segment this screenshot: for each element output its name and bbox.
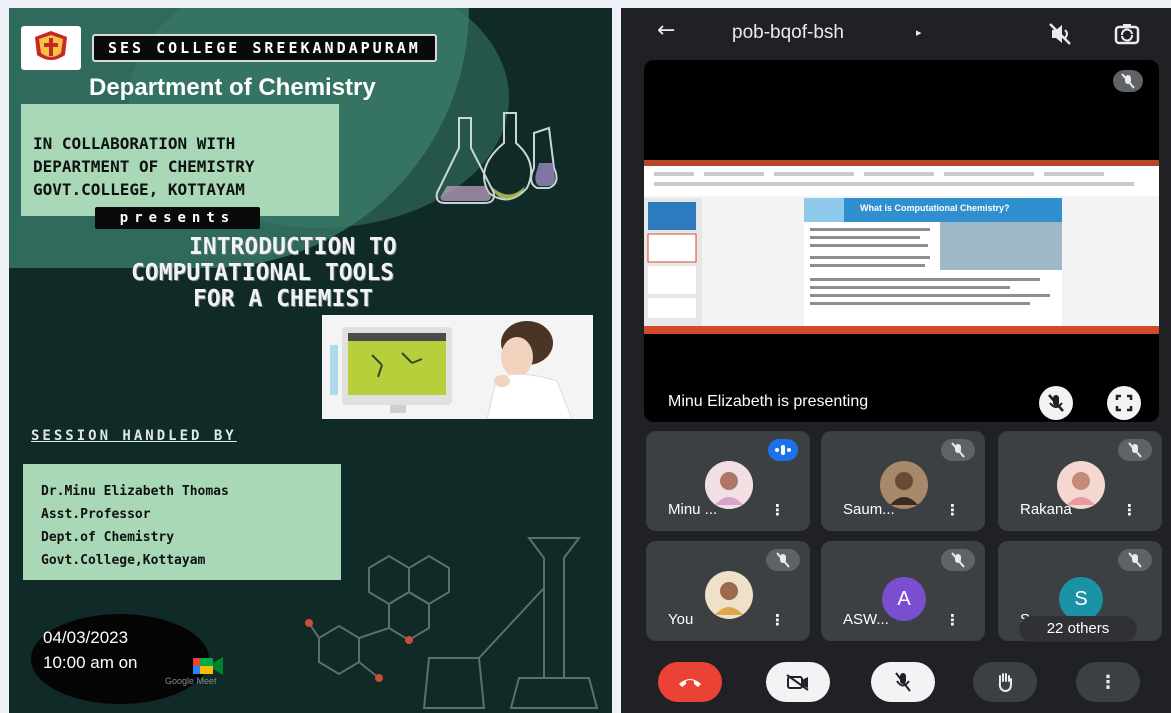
mic-off-icon	[1118, 439, 1152, 461]
participant-name: You	[668, 611, 694, 628]
collaboration-line: GOVT.COLLEGE, KOTTAYAM	[33, 180, 245, 199]
event-time: 10:00 am on	[43, 653, 138, 672]
flasks-illustration	[435, 112, 558, 204]
collaboration-line: IN COLLABORATION WITH	[33, 134, 236, 153]
talk-title-line: FOR A CHEMIST	[193, 286, 374, 312]
end-call-button[interactable]	[658, 662, 722, 702]
mic-off-icon	[895, 672, 911, 692]
mic-off-icon[interactable]	[1039, 386, 1073, 420]
mic-off-icon	[941, 439, 975, 461]
event-date: 04/03/2023	[43, 628, 129, 647]
avatar-letter: S	[1059, 577, 1103, 621]
fullscreen-icon[interactable]	[1107, 386, 1141, 420]
department-title: Department of Chemistry	[89, 74, 376, 101]
presenting-label: Minu Elizabeth is presenting	[668, 393, 869, 410]
participant-tile[interactable]: Minu ... ⋮	[646, 431, 810, 531]
google-meet-icon	[193, 657, 223, 675]
mic-off-icon	[941, 549, 975, 571]
call-top-bar: ← pob-bqof-bsh ▸	[621, 8, 1171, 60]
camera-off-icon	[786, 674, 809, 691]
meet-call-screen: ← pob-bqof-bsh ▸ What is Computational C…	[621, 8, 1171, 713]
back-arrow-icon[interactable]: ←	[657, 18, 675, 43]
session-heading: SESSION HANDLED BY	[31, 428, 237, 444]
others-count-badge[interactable]: 22 others	[1019, 616, 1137, 642]
college-logo	[21, 26, 81, 70]
participant-name: Rakana	[1020, 501, 1072, 518]
mic-off-icon	[766, 549, 800, 571]
meeting-code[interactable]: pob-bqof-bsh	[732, 22, 844, 44]
speaker-off-icon[interactable]	[1046, 20, 1074, 48]
collaboration-box: IN COLLABORATION WITH DEPARTMENT OF CHEM…	[21, 104, 339, 216]
google-meet-label: Google Meet	[165, 676, 217, 686]
participant-tile[interactable]: Rakana ⋮	[998, 431, 1162, 531]
more-options-icon[interactable]: ⋮	[770, 501, 785, 519]
participant-name: Minu ...	[668, 501, 718, 518]
speaker-line: Dr.Minu Elizabeth Thomas	[41, 484, 229, 499]
raise-hand-button[interactable]	[973, 662, 1037, 702]
talk-title-line: COMPUTATIONAL TOOLS	[131, 260, 395, 286]
participant-name: Saum...	[843, 501, 895, 518]
mic-off-icon	[1118, 549, 1152, 571]
shared-screen: What is Computational Chemistry?	[644, 160, 1159, 334]
molecule-apparatus-illustration	[305, 537, 599, 709]
participant-tile[interactable]: You ⋮	[646, 541, 810, 641]
speaker-line: Asst.Professor	[41, 507, 151, 522]
camera-toggle-button[interactable]	[766, 662, 830, 702]
mic-toggle-button[interactable]	[871, 662, 935, 702]
slide-title: What is Computational Chemistry?	[860, 203, 1010, 213]
mic-off-icon	[1113, 70, 1143, 92]
participant-tile[interactable]: A ASW... ⋮	[821, 541, 985, 641]
speaking-indicator-icon	[768, 439, 798, 461]
event-poster: SES COLLEGE SREEKANDAPURAM Department of…	[9, 8, 612, 713]
chevron-right-icon[interactable]: ▸	[916, 26, 922, 39]
more-options-icon[interactable]: ⋮	[1122, 501, 1137, 519]
more-options-icon[interactable]: ⋮	[945, 611, 960, 629]
avatar	[705, 571, 753, 619]
raise-hand-icon	[998, 673, 1012, 693]
more-options-icon[interactable]: ⋮	[945, 501, 960, 519]
collaboration-line: DEPARTMENT OF CHEMISTRY	[33, 157, 255, 176]
switch-camera-icon[interactable]	[1113, 20, 1141, 48]
chemist-computer-photo	[322, 315, 593, 419]
participant-tile[interactable]: Saum... ⋮	[821, 431, 985, 531]
college-name-banner: SES COLLEGE SREEKANDAPURAM	[92, 34, 437, 62]
more-options-icon[interactable]: ⋮	[770, 611, 785, 629]
participant-name: ASW...	[843, 611, 889, 628]
presentation-tile[interactable]: What is Computational Chemistry?	[644, 60, 1159, 422]
end-call-icon	[679, 679, 701, 687]
more-options-icon[interactable]: ⋮	[1076, 662, 1140, 702]
talk-title-line: INTRODUCTION TO	[189, 234, 397, 260]
presents-label: presents	[95, 207, 260, 229]
